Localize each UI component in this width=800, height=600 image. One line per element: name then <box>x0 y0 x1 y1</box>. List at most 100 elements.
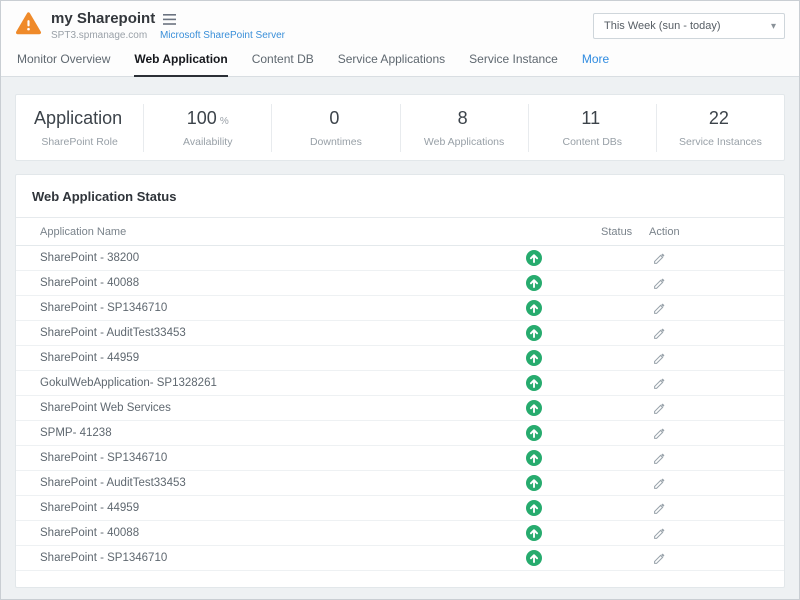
application-name[interactable]: SharePoint - SP1346710 <box>40 552 499 564</box>
tab-more[interactable]: More <box>582 52 609 77</box>
warning-triangle-icon <box>15 11 42 36</box>
card-title: Web Application Status <box>16 175 784 218</box>
table-row[interactable]: SharePoint - AuditTest33453 <box>16 471 784 496</box>
status-up-icon <box>499 300 569 316</box>
stat-label: Downtimes <box>272 136 399 148</box>
status-up-icon <box>499 525 569 541</box>
table-row[interactable]: SharePoint - 38200 <box>16 246 784 271</box>
table-row[interactable]: SharePoint - 44959 <box>16 496 784 521</box>
application-name[interactable]: SharePoint - 44959 <box>40 352 499 364</box>
status-up-icon <box>499 350 569 366</box>
edit-pencil-icon[interactable] <box>651 250 668 267</box>
status-up-icon <box>499 550 569 566</box>
edit-pencil-icon[interactable] <box>651 550 668 567</box>
stat-value: 22 <box>709 108 729 128</box>
stat-label: Service Instances <box>657 136 784 148</box>
application-name[interactable]: SharePoint - SP1346710 <box>40 452 499 464</box>
application-name[interactable]: GokulWebApplication- SP1328261 <box>40 377 499 389</box>
edit-pencil-icon[interactable] <box>651 450 668 467</box>
edit-pencil-icon[interactable] <box>651 375 668 392</box>
menu-icon[interactable] <box>163 14 176 25</box>
action-cell <box>649 275 739 292</box>
table-row[interactable]: SharePoint - SP1346710 <box>16 546 784 571</box>
stat-item: 22 Service Instances <box>657 104 784 152</box>
page-title: my Sharepoint <box>51 10 155 27</box>
action-cell <box>649 325 739 342</box>
stat-label: Content DBs <box>529 136 656 148</box>
edit-pencil-icon[interactable] <box>651 300 668 317</box>
action-cell <box>649 400 739 417</box>
application-name[interactable]: SharePoint Web Services <box>40 402 499 414</box>
action-cell <box>649 250 739 267</box>
action-cell <box>649 350 739 367</box>
edit-pencil-icon[interactable] <box>651 525 668 542</box>
stats-summary-card: Application SharePoint Role 100% Availab… <box>15 94 785 161</box>
table-body: SharePoint - 38200 SharePoint - 40088 <box>16 246 784 571</box>
host-name: SPT3.spmanage.com <box>51 30 147 41</box>
stat-item: 8 Web Applications <box>401 104 529 152</box>
action-cell <box>649 375 739 392</box>
stat-label: Availability <box>144 136 271 148</box>
server-type-link[interactable]: Microsoft SharePoint Server <box>160 30 285 41</box>
application-name[interactable]: SharePoint - AuditTest33453 <box>40 477 499 489</box>
tab-service-applications[interactable]: Service Applications <box>338 52 445 77</box>
stat-item: Application SharePoint Role <box>16 104 144 152</box>
stat-value: 100 <box>187 108 217 128</box>
tab-service-instance[interactable]: Service Instance <box>469 52 558 77</box>
edit-pencil-icon[interactable] <box>651 425 668 442</box>
status-up-icon <box>499 425 569 441</box>
stat-value: 8 <box>458 108 468 128</box>
edit-pencil-icon[interactable] <box>651 500 668 517</box>
application-name[interactable]: SharePoint - 38200 <box>40 252 499 264</box>
stat-item: 0 Downtimes <box>272 104 400 152</box>
stat-label: SharePoint Role <box>16 136 143 148</box>
status-up-icon <box>499 275 569 291</box>
edit-pencil-icon[interactable] <box>651 475 668 492</box>
time-range-select[interactable]: This Week (sun - today) ▾ <box>593 13 785 39</box>
table-row[interactable]: SharePoint - SP1346710 <box>16 296 784 321</box>
stat-label: Web Applications <box>401 136 528 148</box>
status-up-icon <box>499 325 569 341</box>
edit-pencil-icon[interactable] <box>651 350 668 367</box>
application-name[interactable]: SharePoint - 40088 <box>40 277 499 289</box>
table-row[interactable]: SharePoint - 44959 <box>16 346 784 371</box>
action-cell <box>649 450 739 467</box>
table-row[interactable]: SharePoint - SP1346710 <box>16 446 784 471</box>
application-name[interactable]: SharePoint - AuditTest33453 <box>40 327 499 339</box>
status-up-icon <box>499 400 569 416</box>
edit-pencil-icon[interactable] <box>651 325 668 342</box>
table-row[interactable]: GokulWebApplication- SP1328261 <box>16 371 784 396</box>
status-up-icon <box>499 450 569 466</box>
action-cell <box>649 475 739 492</box>
table-row[interactable]: SharePoint - 40088 <box>16 271 784 296</box>
tab-monitor-overview[interactable]: Monitor Overview <box>17 52 110 77</box>
status-up-icon <box>499 250 569 266</box>
status-up-icon <box>499 500 569 516</box>
application-name[interactable]: SharePoint - 44959 <box>40 502 499 514</box>
column-header-application-name: Application Name <box>40 226 499 238</box>
action-cell <box>649 300 739 317</box>
table-row[interactable]: SharePoint - AuditTest33453 <box>16 321 784 346</box>
stat-value: Application <box>34 108 122 128</box>
stat-value: 11 <box>581 108 600 128</box>
status-up-icon <box>499 375 569 391</box>
application-name[interactable]: SharePoint - 40088 <box>40 527 499 539</box>
chevron-down-icon: ▾ <box>771 21 776 32</box>
tab-web-application[interactable]: Web Application <box>134 52 227 77</box>
column-header-status: Status <box>569 226 649 238</box>
application-name[interactable]: SharePoint - SP1346710 <box>40 302 499 314</box>
table-row[interactable]: SharePoint - 40088 <box>16 521 784 546</box>
table-row[interactable]: SharePoint Web Services <box>16 396 784 421</box>
action-cell <box>649 500 739 517</box>
column-header-action: Action <box>649 226 739 238</box>
stat-value: 0 <box>329 108 339 128</box>
action-cell <box>649 525 739 542</box>
tab-content-db[interactable]: Content DB <box>252 52 314 77</box>
edit-pencil-icon[interactable] <box>651 400 668 417</box>
edit-pencil-icon[interactable] <box>651 275 668 292</box>
stat-item: 100% Availability <box>144 104 272 152</box>
application-name[interactable]: SPMP- 41238 <box>40 427 499 439</box>
action-cell <box>649 425 739 442</box>
monitor-header: my Sharepoint SPT3.spmanage.com Microsof… <box>1 1 799 47</box>
table-row[interactable]: SPMP- 41238 <box>16 421 784 446</box>
